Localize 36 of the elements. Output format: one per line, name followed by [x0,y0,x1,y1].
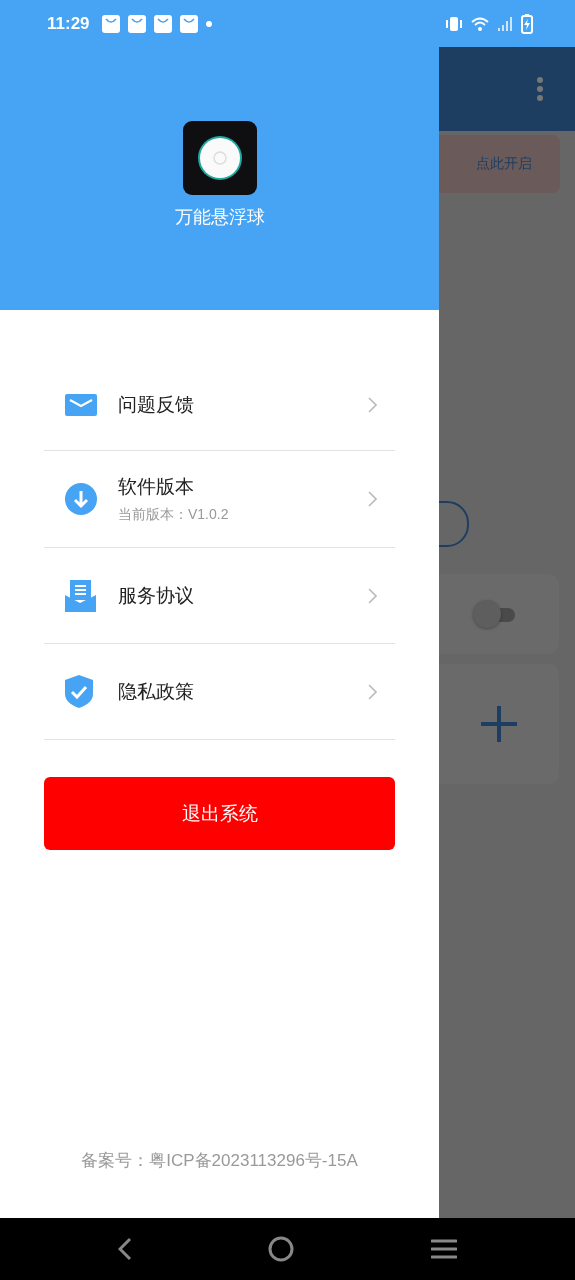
menu-label: 软件版本 [118,475,195,499]
bag-icon [101,14,120,33]
document-icon [65,579,96,612]
menu-label: 问题反馈 [118,393,195,417]
more-icon[interactable] [537,77,543,101]
bag-icon [127,14,146,33]
menu-item[interactable]: 隐私政策 [44,644,395,740]
icp-record-text: 备案号：粤ICP备2023113296号-15A [81,1150,358,1172]
chevron-right-icon [368,683,377,700]
app-logo-icon [182,121,257,195]
download-icon [65,483,97,515]
app-name: 万能悬浮球 [174,206,265,229]
chevron-right-icon [368,491,377,507]
home-icon[interactable] [268,1236,295,1262]
menu-label: 隐私政策 [118,679,195,704]
dot-icon [205,20,212,27]
chevron-right-icon [368,587,377,604]
shield-check-icon [65,675,93,708]
menu-item[interactable]: 软件版本 当前版本：V1.0.2 [44,451,395,548]
back-icon[interactable] [118,1237,133,1261]
battery-icon [521,13,533,34]
wifi-icon [471,16,489,31]
menu-label: 服务协议 [118,583,195,608]
mail-icon [65,394,97,416]
signal-icon [497,15,513,32]
menu-item[interactable]: 问题反馈 [44,360,395,451]
add-icon [481,706,517,742]
menu-icon[interactable] [430,1238,457,1260]
bag-icon [179,14,198,33]
menu-item[interactable]: 服务协议 [44,548,395,644]
bag-icon [153,14,172,33]
version-text: 当前版本：V1.0.2 [118,506,230,524]
logout-button[interactable]: 退出系统 [44,777,395,850]
status-time: 11:29 [47,13,90,34]
chevron-right-icon [368,397,377,413]
vibrate-icon [445,15,463,32]
